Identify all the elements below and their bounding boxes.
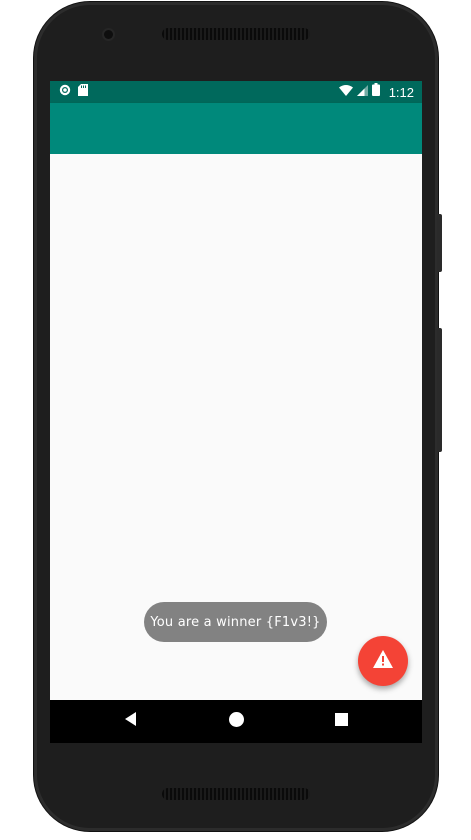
back-button[interactable] — [111, 700, 151, 743]
recents-icon — [334, 712, 348, 731]
status-left-icons — [50, 83, 88, 101]
app-bar — [50, 103, 422, 154]
device-screen: 1:12 You are a winner {F1v3!} — [50, 81, 422, 743]
back-icon — [124, 712, 138, 731]
earpiece-speaker — [162, 28, 310, 40]
status-bar: 1:12 — [50, 81, 422, 103]
volume-button — [437, 328, 442, 452]
bottom-speaker — [162, 788, 310, 800]
signal-icon — [356, 83, 368, 101]
circle-notification-icon — [59, 83, 71, 101]
warning-fab-button[interactable] — [358, 636, 408, 686]
power-button — [437, 214, 442, 272]
front-camera — [104, 30, 113, 39]
status-right-icons: 1:12 — [338, 83, 422, 101]
recents-button[interactable] — [321, 700, 361, 743]
status-time: 1:12 — [388, 84, 414, 100]
toast-message: You are a winner {F1v3!} — [144, 602, 327, 642]
battery-icon — [371, 83, 380, 101]
sd-card-icon — [78, 83, 88, 101]
wifi-icon — [338, 83, 353, 101]
navigation-bar — [50, 700, 422, 743]
phone-frame: 1:12 You are a winner {F1v3!} — [34, 2, 442, 831]
home-icon — [228, 711, 244, 732]
warning-icon — [373, 649, 393, 673]
home-button[interactable] — [216, 700, 256, 743]
